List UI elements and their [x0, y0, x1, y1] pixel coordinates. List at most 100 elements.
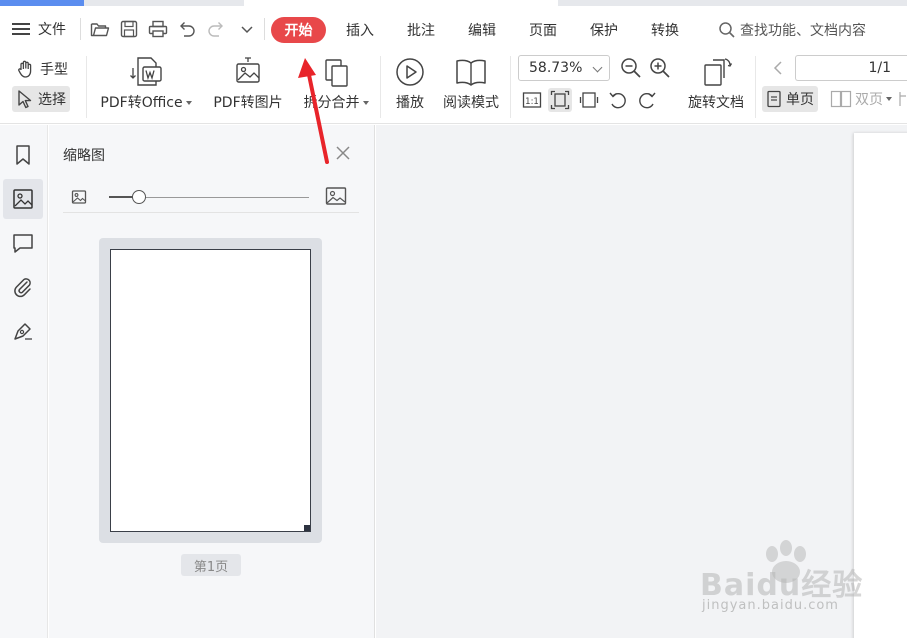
search-box[interactable]: 查找功能、文档内容 [718, 17, 866, 43]
hand-tool-label: 手型 [40, 62, 68, 78]
select-tool-label: 选择 [38, 92, 66, 108]
play-button[interactable]: 播放 [390, 56, 430, 112]
window-tab[interactable] [558, 0, 907, 6]
ribbon-toolbar: 手型 选择 PDF转Office PDF转图片 拆分合并 播放 阅读模式 58.… [0, 50, 907, 124]
zoom-value: 58.73% [529, 60, 583, 76]
pdf-to-office-icon [130, 57, 162, 86]
read-mode-button[interactable]: 阅读模式 [440, 56, 502, 112]
side-rail [0, 125, 48, 638]
large-image-icon[interactable] [325, 186, 347, 210]
divider [86, 56, 87, 118]
divider [510, 56, 511, 118]
tab-home[interactable]: 开始 [271, 17, 326, 43]
thumbnail-panel-title: 缩略图 [63, 148, 105, 164]
tab-protect[interactable]: 保护 [578, 17, 630, 43]
chevron-down-icon [592, 62, 603, 73]
pdf-to-office-label: PDF转Office [100, 95, 183, 111]
play-icon [396, 58, 424, 86]
app-window: 文件 开始 插入 批注 编辑 页面 保护 转换 查找功能、文档内容 手型 选择 … [0, 0, 907, 638]
book-icon [456, 59, 486, 86]
pdf-to-image-icon [236, 57, 260, 83]
search-icon [719, 22, 735, 38]
file-menu-button[interactable]: 文件 [12, 15, 66, 43]
search-label: 查找功能、文档内容 [740, 23, 866, 39]
select-tool-button[interactable]: 选择 [12, 86, 70, 112]
single-page-button[interactable]: 单页 [762, 86, 818, 112]
tab-convert[interactable]: 转换 [639, 17, 691, 43]
zoom-in-icon[interactable] [648, 56, 672, 80]
bookmark-icon[interactable] [3, 135, 43, 175]
tab-edit[interactable]: 编辑 [456, 17, 508, 43]
tab-page[interactable]: 页面 [517, 17, 569, 43]
save-icon[interactable] [118, 18, 140, 40]
cursor-icon [18, 90, 32, 109]
open-folder-icon[interactable] [89, 18, 111, 40]
page-thumbnail-label: 第1页 [181, 554, 241, 576]
comment-icon[interactable] [3, 223, 43, 263]
rotate-document-label: 旋转文档 [688, 95, 744, 111]
page-number-value: 1/1 [868, 60, 891, 76]
single-page-label: 单页 [786, 92, 814, 108]
previous-page-icon[interactable] [766, 56, 790, 80]
split-merge-button[interactable]: 拆分合并 [300, 56, 372, 112]
zoom-out-icon[interactable] [619, 56, 643, 80]
hand-tool-button[interactable]: 手型 [12, 56, 72, 82]
continuous-view-icon [899, 92, 906, 106]
read-mode-label: 阅读模式 [443, 95, 499, 111]
undo-icon[interactable] [176, 18, 198, 40]
page-thumbnail[interactable] [99, 238, 322, 543]
tab-annotate[interactable]: 批注 [395, 17, 447, 43]
close-icon[interactable] [335, 145, 351, 161]
fit-page-icon[interactable] [548, 88, 572, 112]
divider [264, 18, 265, 40]
actual-size-icon[interactable]: 1:1 [520, 88, 544, 112]
page-number-field[interactable]: 1/1 [795, 55, 907, 81]
split-merge-label: 拆分合并 [303, 95, 360, 111]
svg-text:1:1: 1:1 [525, 97, 539, 107]
watermark-url: jingyan.baidu.com [702, 598, 839, 613]
rotate-left-icon[interactable] [606, 88, 630, 112]
slider-handle[interactable] [132, 190, 146, 204]
attachment-icon[interactable] [3, 267, 43, 307]
file-menu-label: 文件 [38, 22, 66, 38]
split-merge-icon [325, 59, 348, 87]
divider [755, 56, 756, 118]
play-label: 播放 [396, 95, 424, 111]
double-page-button[interactable]: 双页 [826, 86, 896, 112]
window-tab-strip [0, 0, 907, 6]
fit-width-icon[interactable] [577, 88, 601, 112]
pdf-to-office-button[interactable]: PDF转Office [98, 56, 194, 112]
divider [80, 18, 81, 40]
single-page-icon [767, 90, 781, 108]
chevron-down-icon [886, 97, 892, 101]
hand-icon [18, 60, 32, 78]
rotate-document-icon [704, 58, 733, 86]
small-image-icon[interactable] [71, 189, 87, 209]
chevron-down-icon [185, 101, 192, 105]
chevron-down-icon [362, 101, 369, 105]
thumbnail-size-slider [63, 183, 359, 213]
tab-insert[interactable]: 插入 [334, 17, 386, 43]
zoom-select[interactable]: 58.73% [518, 55, 610, 81]
thumbnail-panel: 缩略图 第1页 [49, 125, 375, 638]
customize-toolbar-icon[interactable] [236, 18, 258, 40]
window-tab-active[interactable] [0, 0, 84, 6]
double-page-icon [830, 90, 852, 108]
thumbnail-corner-marker [304, 525, 310, 531]
pdf-to-image-label: PDF转图片 [213, 95, 283, 111]
continuous-view-button[interactable] [896, 86, 907, 112]
watermark: Baidu经验 jingyan.baidu.com [700, 540, 900, 630]
hamburger-icon [12, 22, 30, 36]
menu-bar: 文件 开始 插入 批注 编辑 页面 保护 转换 查找功能、文档内容 [0, 12, 907, 48]
divider [380, 56, 381, 118]
thumbnail-page-preview [110, 249, 311, 532]
pdf-to-image-button[interactable]: PDF转图片 [208, 56, 288, 112]
double-page-label: 双页 [855, 92, 883, 108]
signature-icon[interactable] [3, 311, 43, 351]
window-tab[interactable] [84, 0, 244, 6]
redo-icon[interactable] [205, 18, 227, 40]
rotate-right-icon[interactable] [635, 88, 659, 112]
rotate-document-button[interactable]: 旋转文档 [684, 56, 748, 112]
print-icon[interactable] [147, 18, 169, 40]
thumbnail-icon[interactable] [3, 179, 43, 219]
